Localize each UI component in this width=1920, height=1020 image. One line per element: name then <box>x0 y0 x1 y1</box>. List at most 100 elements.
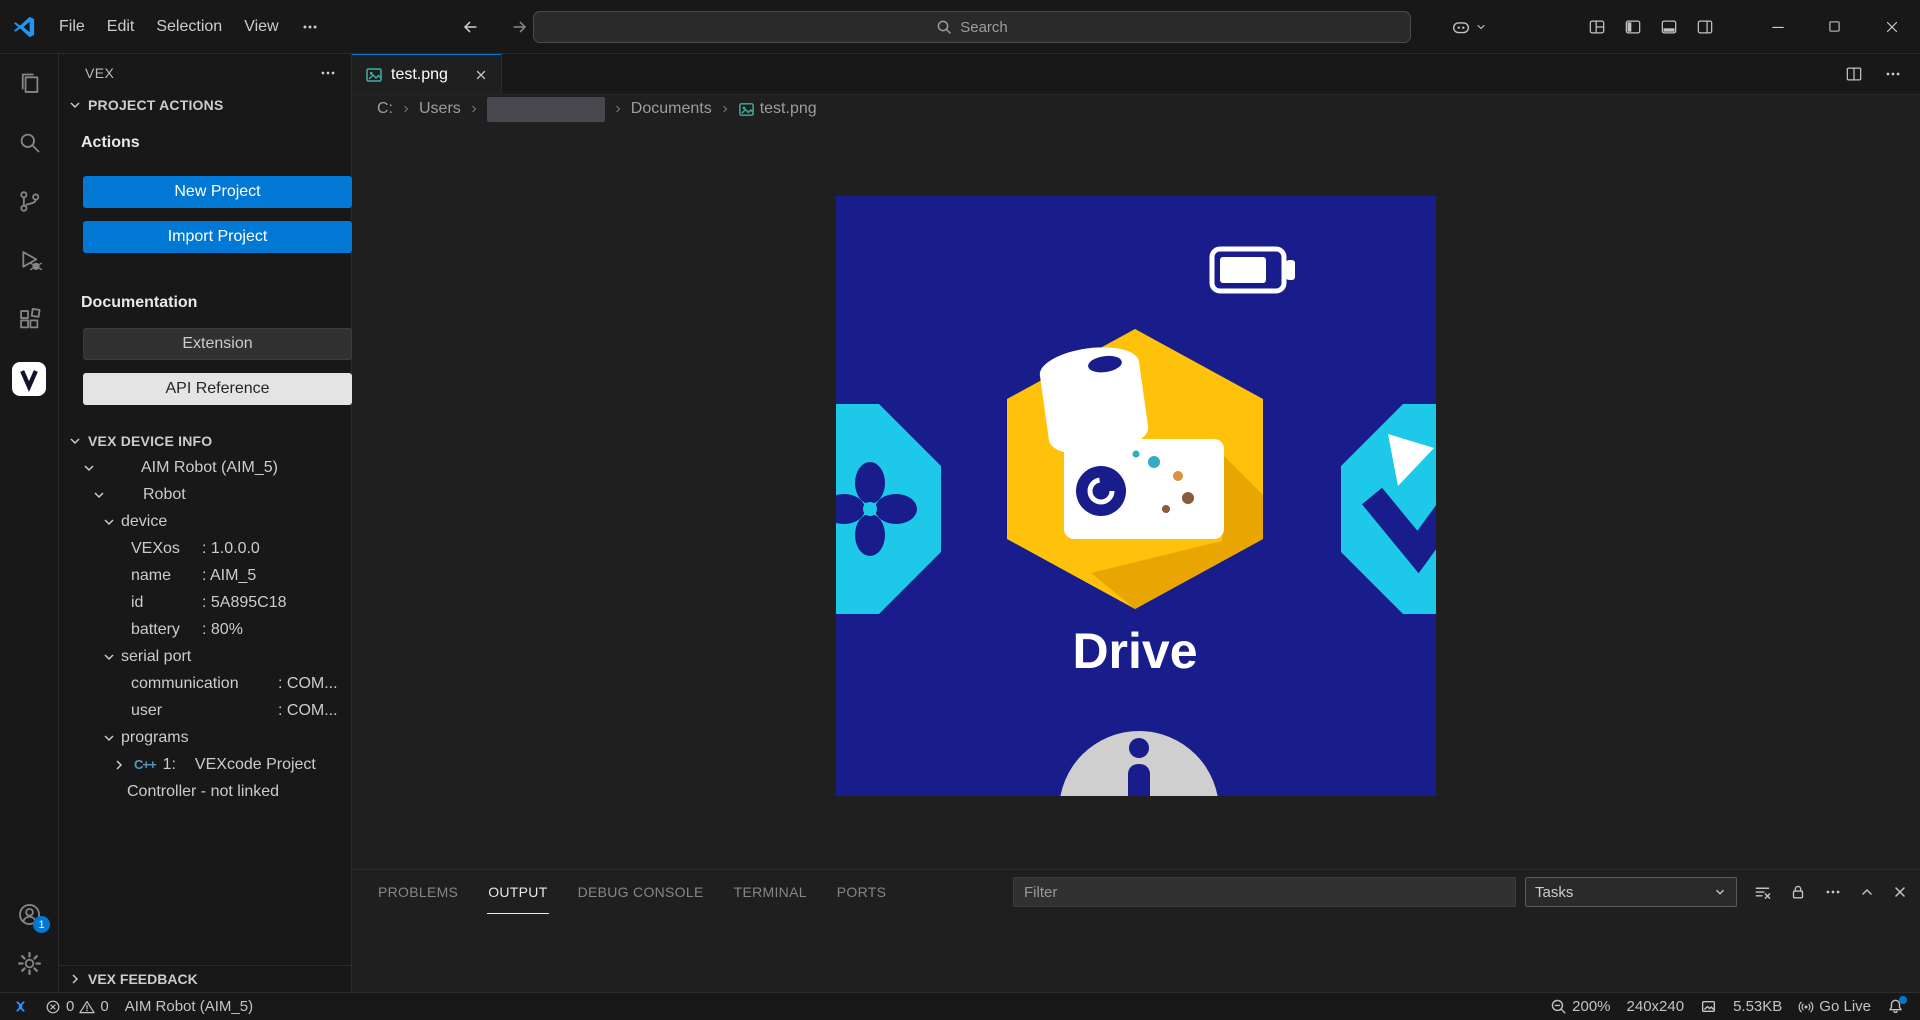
settings-gear-icon[interactable] <box>0 939 58 988</box>
toggle-primary-sidebar-button[interactable] <box>1615 7 1651 47</box>
chevron-right-icon <box>612 103 624 115</box>
device-status[interactable]: AIM Robot (AIM_5) <box>117 993 261 1020</box>
panel-more-button[interactable] <box>1824 883 1842 901</box>
section-project-actions[interactable]: PROJECT ACTIONS <box>59 92 351 118</box>
source-control-icon[interactable] <box>0 172 58 231</box>
drive-label: Drive <box>1072 623 1197 679</box>
tree-item-device[interactable]: device <box>59 508 351 535</box>
tab-output[interactable]: OUTPUT <box>487 870 548 914</box>
tab-problems[interactable]: PROBLEMS <box>377 870 459 914</box>
menu-selection[interactable]: Selection <box>145 10 233 44</box>
breadcrumb-username-redacted[interactable] <box>487 97 605 122</box>
section-vex-feedback[interactable]: VEX FEEDBACK <box>59 965 351 992</box>
image-media-status[interactable] <box>1692 998 1725 1015</box>
cpp-file-icon: C++ <box>134 757 156 772</box>
minimize-button[interactable] <box>1749 0 1806 54</box>
tree-item-id[interactable]: id : 5A895C18 <box>59 589 351 616</box>
accounts-icon[interactable]: 1 <box>0 890 58 939</box>
tab-debug-console[interactable]: DEBUG CONSOLE <box>577 870 705 914</box>
tree-item-vexos[interactable]: VEXos : 1.0.0.0 <box>59 535 351 562</box>
toggle-secondary-sidebar-button[interactable] <box>1687 7 1723 47</box>
back-button[interactable] <box>452 7 488 47</box>
output-channel-dropdown[interactable]: Tasks <box>1525 877 1737 907</box>
activity-bar: 1 <box>0 54 59 992</box>
image-preview-canvas: Drive <box>352 123 1920 869</box>
menu-edit[interactable]: Edit <box>96 10 146 44</box>
tree-item-name[interactable]: name : AIM_5 <box>59 562 351 589</box>
output-filter-input[interactable] <box>1013 877 1516 907</box>
split-editor-button[interactable] <box>1844 64 1864 84</box>
maximize-button[interactable] <box>1806 0 1863 54</box>
zoom-status[interactable]: 200% <box>1542 998 1618 1015</box>
history-navigation <box>452 0 538 54</box>
editor-group: test.png C: Users <box>352 54 1920 992</box>
remote-icon <box>12 998 29 1015</box>
editor-more-button[interactable] <box>1884 65 1902 83</box>
tree-item-controller[interactable]: Controller - not linked <box>59 778 351 805</box>
tab-close-icon[interactable] <box>469 63 493 87</box>
tree-item-programs[interactable]: programs <box>59 724 351 751</box>
warning-icon <box>79 999 95 1015</box>
menubar: File Edit Selection View <box>48 10 330 44</box>
go-live-button[interactable]: Go Live <box>1790 998 1879 1015</box>
toggle-panel-button[interactable] <box>1651 7 1687 47</box>
image-file-icon <box>738 101 755 118</box>
run-debug-icon[interactable] <box>0 231 58 290</box>
tree-item-user[interactable]: user : COM... <box>59 697 351 724</box>
file-size-status[interactable]: 5.53KB <box>1725 998 1790 1015</box>
customize-layout-button[interactable] <box>1579 7 1615 47</box>
tab-test-png[interactable]: test.png <box>352 54 502 94</box>
breadcrumb-file[interactable]: test.png <box>738 100 817 118</box>
new-project-button[interactable]: New Project <box>83 176 352 208</box>
sidebar-more-icon[interactable] <box>319 64 337 82</box>
command-center-search[interactable]: Search <box>533 11 1411 43</box>
tree-item-serial-port[interactable]: serial port <box>59 643 351 670</box>
tree-item-aim-robot[interactable]: AIM Robot (AIM_5) <box>59 454 351 481</box>
chevron-down-icon <box>1713 885 1727 899</box>
close-window-button[interactable] <box>1863 0 1920 54</box>
api-reference-button[interactable]: API Reference <box>83 373 352 405</box>
tree-item-program-1[interactable]: C++ 1: VEXcode Project <box>59 751 351 778</box>
explorer-icon[interactable] <box>0 54 58 113</box>
file-media-icon <box>1700 998 1717 1015</box>
section-vex-device-info[interactable]: VEX DEVICE INFO <box>59 428 351 454</box>
import-project-button[interactable]: Import Project <box>83 221 352 253</box>
remote-indicator-button[interactable] <box>4 993 37 1020</box>
tree-item-communication[interactable]: communication : COM... <box>59 670 351 697</box>
menu-more-icon[interactable] <box>290 10 330 44</box>
notifications-bell-button[interactable] <box>1879 998 1912 1015</box>
status-bar: 0 0 AIM Robot (AIM_5) 200% 240x240 5.53K… <box>0 992 1920 1020</box>
device-info-tree: AIM Robot (AIM_5) Robot device VEXos : 1… <box>59 454 351 805</box>
search-view-icon[interactable] <box>0 113 58 172</box>
lock-scroll-button[interactable] <box>1789 883 1807 901</box>
titlebar: File Edit Selection View Search <box>0 0 1920 54</box>
broadcast-icon <box>1798 999 1814 1015</box>
documentation-heading: Documentation <box>81 294 351 316</box>
extension-docs-button[interactable]: Extension <box>83 328 352 360</box>
panel-maximize-button[interactable] <box>1859 884 1875 900</box>
tree-item-robot[interactable]: Robot <box>59 481 351 508</box>
menu-view[interactable]: View <box>233 10 289 44</box>
tab-ports[interactable]: PORTS <box>836 870 887 914</box>
chevron-down-icon <box>81 460 97 476</box>
clear-output-button[interactable] <box>1753 883 1772 902</box>
breadcrumb-drive[interactable]: C: <box>377 100 393 118</box>
dimensions-status[interactable]: 240x240 <box>1619 998 1693 1015</box>
preview-image[interactable]: Drive <box>836 196 1436 796</box>
bottom-panel: PROBLEMS OUTPUT DEBUG CONSOLE TERMINAL P… <box>352 869 1920 992</box>
breadcrumb-users[interactable]: Users <box>419 100 461 118</box>
chevron-down-icon <box>101 649 117 665</box>
layout-controls <box>1579 7 1723 47</box>
vex-extension-icon[interactable] <box>0 349 58 408</box>
chevron-right-icon <box>468 103 480 115</box>
breadcrumb-documents[interactable]: Documents <box>631 100 712 118</box>
chevron-down-icon <box>101 730 117 746</box>
tree-item-battery[interactable]: battery : 80% <box>59 616 351 643</box>
panel-header: PROBLEMS OUTPUT DEBUG CONSOLE TERMINAL P… <box>352 870 1920 914</box>
extensions-icon[interactable] <box>0 290 58 349</box>
tab-terminal[interactable]: TERMINAL <box>733 870 808 914</box>
panel-close-button[interactable] <box>1892 884 1908 900</box>
problems-button[interactable]: 0 0 <box>37 993 117 1020</box>
menu-file[interactable]: File <box>48 10 96 44</box>
copilot-button[interactable] <box>1450 16 1487 38</box>
